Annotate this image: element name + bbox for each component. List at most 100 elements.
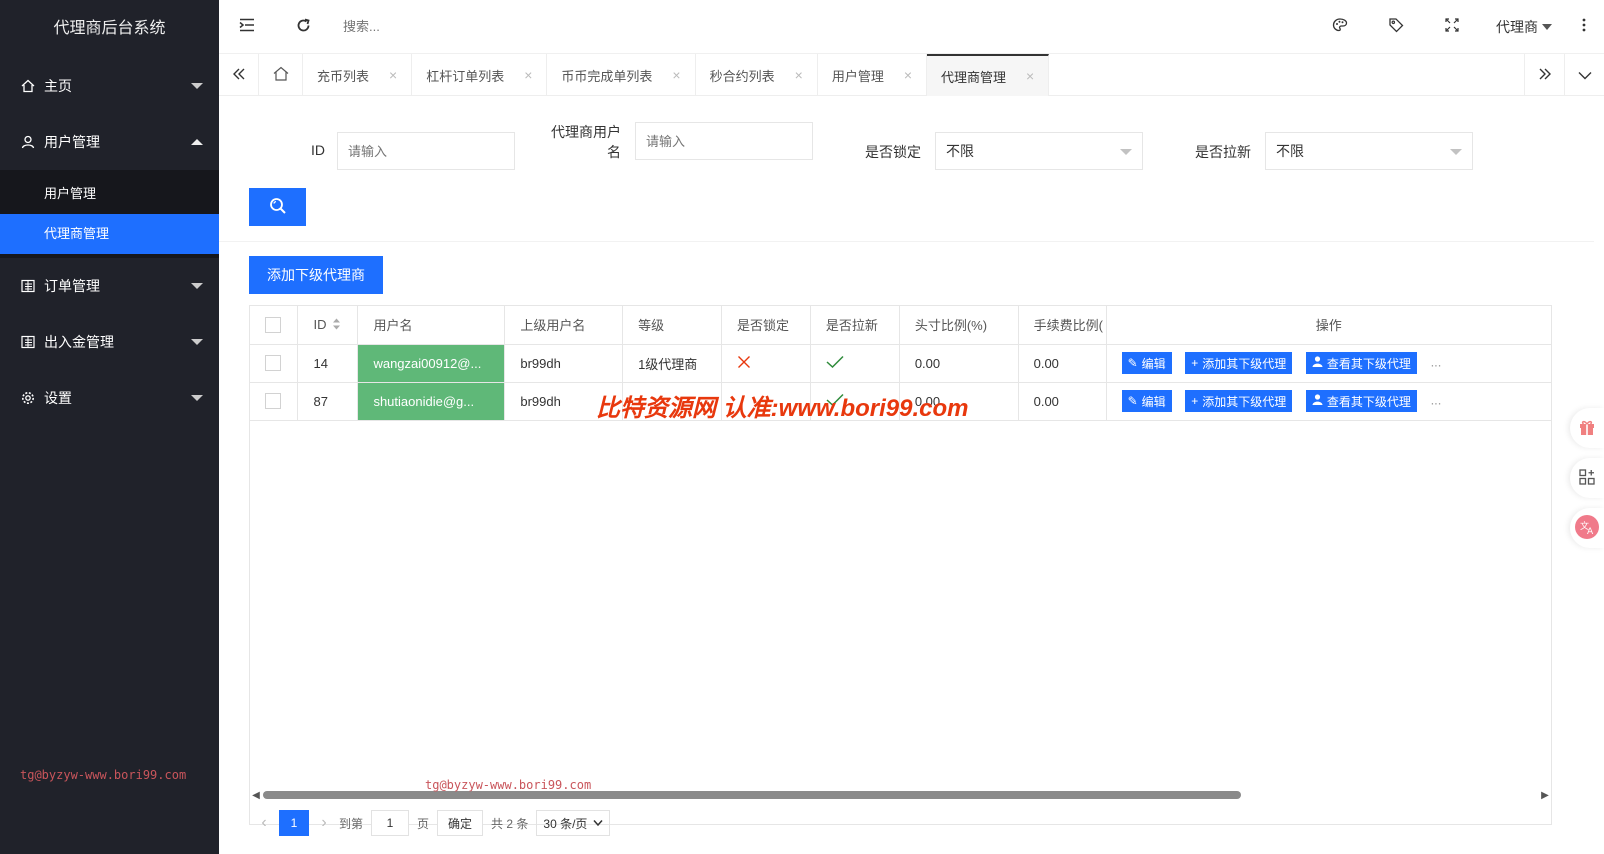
sidebar-item-user-management[interactable]: 用户管理 xyxy=(0,114,219,170)
refresh-button[interactable] xyxy=(275,0,331,54)
prev-page-icon[interactable]: ‹ xyxy=(249,814,279,832)
button-label: 编辑 xyxy=(1141,394,1166,409)
tag-button[interactable] xyxy=(1368,0,1424,54)
header-checkbox-cell xyxy=(250,306,299,345)
add-sub-agent-button[interactable]: 添加下级代理商 xyxy=(249,256,383,294)
row-checkbox-cell xyxy=(250,344,299,383)
tab-second-contracts[interactable]: 秒合约列表 × xyxy=(696,54,818,96)
tab-scroll-left-button[interactable] xyxy=(219,54,259,96)
search-button[interactable] xyxy=(249,188,306,226)
sidebar-item-label: 设置 xyxy=(44,390,72,406)
header-id[interactable]: ID xyxy=(297,306,359,345)
scroll-left-icon[interactable]: ◀ xyxy=(249,790,263,801)
button-label: 添加其下级代理 xyxy=(1202,394,1287,409)
tab-user-management[interactable]: 用户管理 × xyxy=(818,54,928,96)
row-checkbox[interactable] xyxy=(265,355,281,372)
close-icon[interactable]: × xyxy=(672,67,680,83)
app-title: 代理商后台系统 xyxy=(0,0,219,58)
page-size-select[interactable]: 30 条/页 xyxy=(536,810,611,836)
cell-username: wangzai00912@... xyxy=(357,344,506,383)
search-input[interactable] xyxy=(343,19,563,34)
close-icon[interactable]: × xyxy=(524,67,532,83)
button-label: 添加其下级代理 xyxy=(1202,356,1287,371)
tab-deposit-list[interactable]: 充币列表 × xyxy=(303,54,413,96)
add-sub-agent-row-button[interactable]: + 添加其下级代理 xyxy=(1185,352,1293,374)
header-actions: 操作 xyxy=(1106,306,1551,345)
apps-button[interactable] xyxy=(1570,458,1604,498)
close-icon[interactable]: × xyxy=(904,67,912,83)
filter-pull-select[interactable]: 不限 xyxy=(1265,132,1473,170)
edit-button[interactable]: ✎ 编辑 xyxy=(1121,352,1172,374)
goto-label: 到第 xyxy=(339,816,364,831)
cell-fee-ratio: 0.00 xyxy=(1018,344,1107,383)
cell-id: 87 xyxy=(297,382,359,421)
tab-home[interactable] xyxy=(259,54,303,96)
list-icon xyxy=(20,334,36,350)
home-icon xyxy=(273,66,289,84)
view-sub-agents-button[interactable]: 查看其下级代理 xyxy=(1305,352,1417,374)
chevron-down-icon xyxy=(593,820,603,827)
more-actions[interactable]: ... xyxy=(1431,392,1442,407)
more-actions[interactable]: ... xyxy=(1431,354,1442,369)
gift-button[interactable] xyxy=(1570,408,1604,448)
table-row: 14 wangzai00912@... br99dh 1级代理商 0.00 0.… xyxy=(250,344,1551,383)
sidebar-subitem-users[interactable]: 用户管理 xyxy=(0,174,219,214)
menu-fold-icon xyxy=(239,18,255,35)
refresh-icon xyxy=(296,18,311,36)
palette-icon xyxy=(1332,17,1348,36)
filter-id-input[interactable] xyxy=(337,132,515,170)
theme-button[interactable] xyxy=(1312,0,1368,54)
filter-locked-select[interactable]: 不限 xyxy=(935,132,1143,170)
tab-label: 币币完成单列表 xyxy=(561,68,653,84)
svg-text:A: A xyxy=(1587,527,1594,537)
sidebar-item-settings[interactable]: 设置 xyxy=(0,370,219,426)
tab-agent-management[interactable]: 代理商管理 × xyxy=(927,54,1050,96)
close-icon[interactable]: × xyxy=(795,67,803,83)
filter-agent-label-line1: 代理商用户 xyxy=(551,124,621,140)
sort-icon[interactable] xyxy=(332,318,341,333)
add-sub-agent-row-button[interactable]: + 添加其下级代理 xyxy=(1185,390,1293,412)
close-icon[interactable]: × xyxy=(1026,68,1034,84)
user-menu[interactable]: 代理商 xyxy=(1480,17,1564,37)
caret-down-icon xyxy=(1542,23,1552,30)
edit-button[interactable]: ✎ 编辑 xyxy=(1121,390,1172,412)
translate-icon: 文A xyxy=(1574,514,1600,543)
goto-page-input[interactable] xyxy=(371,810,410,836)
caret-down-icon xyxy=(1450,149,1462,155)
next-page-icon[interactable]: › xyxy=(309,814,339,832)
select-all-checkbox[interactable] xyxy=(265,317,281,334)
close-icon[interactable]: × xyxy=(389,67,397,83)
translate-button[interactable]: 文A xyxy=(1570,508,1604,548)
divider xyxy=(219,241,1594,242)
fullscreen-button[interactable] xyxy=(1424,0,1480,54)
sidebar-submenu: 用户管理 代理商管理 xyxy=(0,170,219,258)
tab-scroll-right-button[interactable] xyxy=(1524,54,1564,96)
sidebar-subitem-agents[interactable]: 代理商管理 xyxy=(0,214,219,254)
tab-label: 充币列表 xyxy=(317,68,370,84)
filter-agent-input[interactable] xyxy=(635,122,813,160)
view-sub-agents-button[interactable]: 查看其下级代理 xyxy=(1305,390,1417,412)
double-chevron-left-icon xyxy=(232,67,246,84)
gear-icon xyxy=(20,390,36,406)
menu-toggle-button[interactable] xyxy=(219,0,275,54)
tab-leverage-orders[interactable]: 杠杆订单列表 × xyxy=(412,54,548,96)
top-header: 代理商 xyxy=(219,0,1604,54)
cell-actions: ✎ 编辑 + 添加其下级代理 查看其下级代理 ... xyxy=(1106,382,1551,421)
total-count: 共 2 条 xyxy=(491,816,529,831)
header-position-ratio: 头寸比例(%) xyxy=(899,306,1019,345)
row-checkbox[interactable] xyxy=(265,393,281,410)
tab-label: 秒合约列表 xyxy=(709,68,775,84)
sidebar-item-orders[interactable]: 订单管理 xyxy=(0,258,219,314)
scroll-right-icon[interactable]: ▶ xyxy=(1538,790,1552,801)
page-label: 页 xyxy=(417,816,430,831)
scroll-thumb[interactable] xyxy=(263,791,1241,799)
sidebar-item-home[interactable]: 主页 xyxy=(0,58,219,114)
tab-spot-completed[interactable]: 币币完成单列表 × xyxy=(547,54,696,96)
more-button[interactable] xyxy=(1564,0,1604,54)
pencil-icon: ✎ xyxy=(1127,356,1138,370)
goto-confirm-button[interactable]: 确定 xyxy=(437,810,484,836)
current-page[interactable]: 1 xyxy=(279,810,309,836)
fullscreen-icon xyxy=(1445,18,1459,35)
sidebar-item-funds[interactable]: 出入金管理 xyxy=(0,314,219,370)
tab-menu-button[interactable] xyxy=(1564,54,1604,96)
